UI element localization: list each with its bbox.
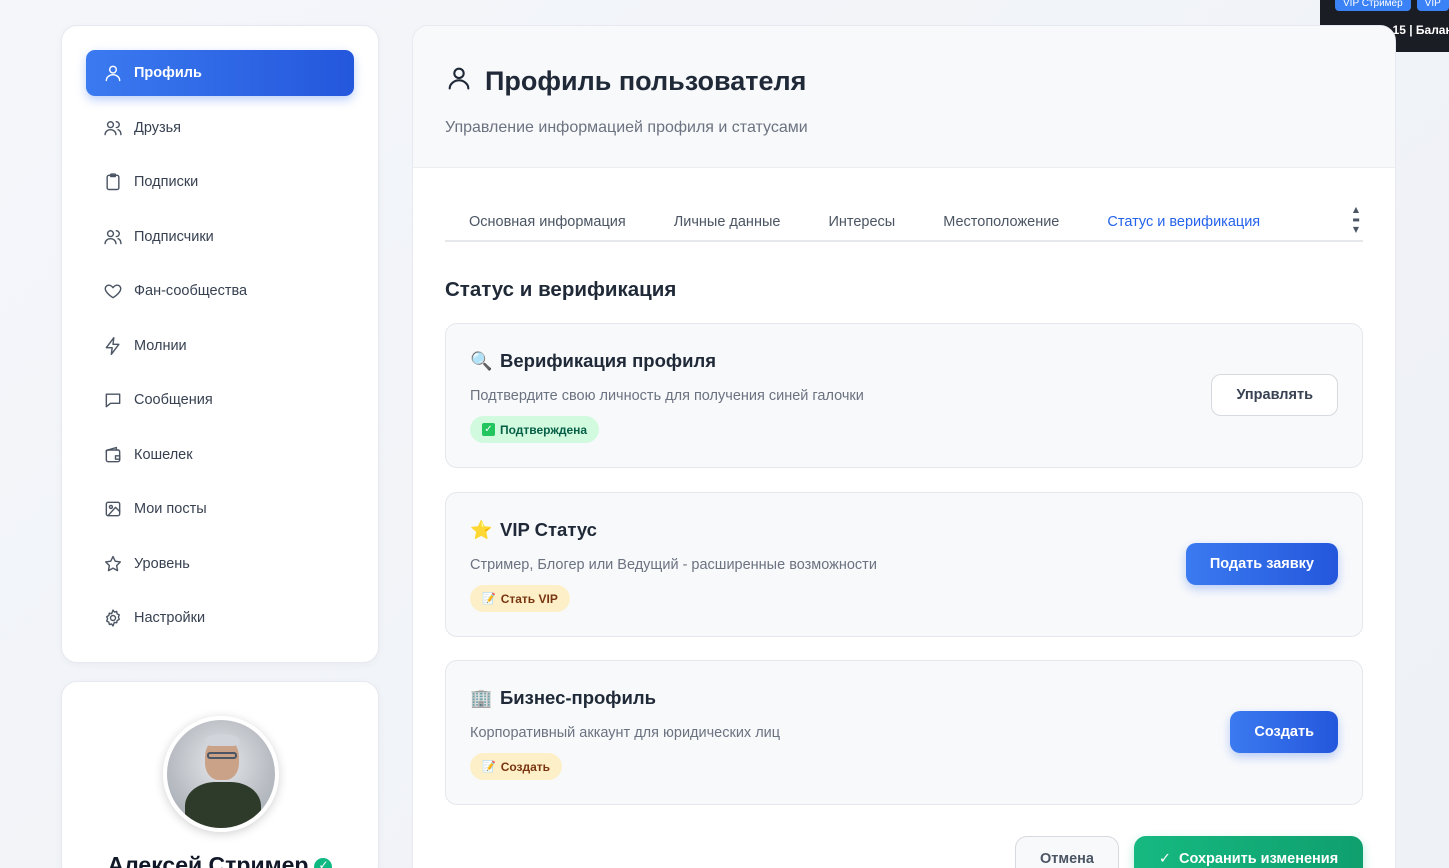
- sidebar-item-label: Подписчики: [134, 228, 214, 245]
- memo-icon: 📝: [482, 592, 496, 605]
- sidebar-item-label: Уровень: [134, 555, 190, 572]
- tab-basic-info[interactable]: Основная информация: [445, 203, 650, 241]
- vip-status-card: ⭐ VIP Статус Стример, Блогер или Ведущий…: [445, 492, 1363, 637]
- check-icon: ✓: [1158, 851, 1171, 867]
- sidebar-item-wallet[interactable]: Кошелек: [86, 432, 354, 478]
- status-badge: 📝 Создать: [470, 753, 563, 780]
- save-button[interactable]: ✓ Сохранить изменения: [1134, 836, 1363, 868]
- sidebar-nav: Профиль Друзья Подписки Подписчики Фан-с…: [61, 25, 379, 663]
- office-building-icon: 🏢: [470, 687, 493, 709]
- scroll-handle-icon[interactable]: ▬: [1352, 216, 1360, 224]
- verified-check-icon: [314, 857, 333, 868]
- message-icon: [102, 389, 124, 411]
- tab-location[interactable]: Местоположение: [919, 203, 1083, 241]
- users-icon: [102, 117, 124, 139]
- profile-tabs: Основная информация Личные данные Интере…: [445, 204, 1363, 242]
- gear-icon: [102, 607, 124, 629]
- sidebar-item-label: Молнии: [134, 337, 187, 354]
- sidebar-item-label: Сообщения: [134, 392, 213, 408]
- tab-status-verification[interactable]: Статус и верификация: [1083, 203, 1284, 241]
- page-header: Профиль пользователя Управление информац…: [413, 26, 1395, 168]
- wallet-icon: [102, 444, 124, 466]
- user-icon: [102, 62, 124, 84]
- apply-button[interactable]: Подать заявку: [1185, 543, 1338, 585]
- sidebar-item-fan-communities[interactable]: Фан-сообщества: [86, 268, 354, 314]
- sidebar-item-lightning[interactable]: Молнии: [86, 323, 354, 369]
- tabs-scroll-control[interactable]: ▲ ▬ ▼: [1349, 206, 1363, 238]
- tab-personal-data[interactable]: Личные данные: [650, 203, 805, 241]
- clipboard-icon: [102, 171, 124, 193]
- sidebar-item-label: Подписки: [134, 174, 199, 190]
- card-description: Корпоративный аккаунт для юридических ли…: [470, 725, 781, 741]
- manage-button[interactable]: Управлять: [1211, 374, 1338, 416]
- create-business-button[interactable]: Создать: [1230, 711, 1338, 753]
- sidebar-item-my-posts[interactable]: Мои посты: [86, 486, 354, 532]
- sidebar-item-settings[interactable]: Настройки: [86, 595, 354, 641]
- vip-badge: VIP: [1416, 0, 1449, 11]
- sidebar-item-subscriptions[interactable]: Подписки: [86, 159, 354, 205]
- chevron-up-icon[interactable]: ▲: [1353, 206, 1359, 214]
- image-icon: [102, 498, 124, 520]
- sidebar-item-label: Профиль: [134, 65, 202, 81]
- sidebar-item-label: Настройки: [134, 610, 206, 626]
- tab-interests[interactable]: Интересы: [804, 203, 919, 241]
- sidebar-item-subscribers[interactable]: Подписчики: [86, 214, 354, 260]
- card-description: Подтвердите свою личность для получения …: [470, 388, 864, 404]
- sidebar-item-profile[interactable]: Профиль: [86, 50, 354, 96]
- status-badge: ✓ Подтверждена: [470, 416, 600, 443]
- heart-icon: [102, 280, 124, 302]
- user-profile-card: Алексей Стример: [61, 681, 379, 868]
- card-title: 🏢 Бизнес-профиль: [470, 687, 656, 709]
- avatar[interactable]: [163, 716, 279, 832]
- user-name: Алексей Стример: [62, 852, 378, 868]
- cancel-button[interactable]: Отмена: [1015, 836, 1119, 868]
- sidebar-item-label: Фан-сообщества: [134, 283, 248, 299]
- vip-streamer-badge: VIP Стример: [1335, 0, 1411, 11]
- status-badge: 📝 Стать VIP: [470, 585, 570, 612]
- magnifier-icon: 🔍: [470, 350, 493, 372]
- page-subtitle: Управление информацией профиля и статуса…: [445, 119, 808, 136]
- sidebar-item-level[interactable]: Уровень: [86, 541, 354, 587]
- chevron-down-icon[interactable]: ▼: [1353, 226, 1359, 234]
- users-icon: [102, 226, 124, 248]
- checkbox-icon: ✓: [482, 423, 495, 436]
- card-title: 🔍 Верификация профиля: [470, 350, 716, 372]
- card-description: Стример, Блогер или Ведущий - расширенны…: [470, 557, 877, 573]
- sidebar-item-friends[interactable]: Друзья: [86, 105, 354, 151]
- card-title: ⭐ VIP Статус: [470, 519, 597, 541]
- user-icon: [445, 64, 485, 99]
- memo-icon: 📝: [482, 760, 496, 773]
- sidebar-item-label: Мои посты: [134, 501, 207, 517]
- sidebar-item-label: Кошелек: [134, 446, 193, 463]
- star-icon: ⭐: [470, 519, 493, 541]
- main-content: Профиль пользователя Управление информац…: [412, 25, 1396, 868]
- section-title: Статус и верификация: [445, 278, 677, 301]
- page-title: Профиль пользователя: [445, 64, 1363, 99]
- sidebar-item-label: Друзья: [134, 119, 182, 136]
- star-icon: [102, 553, 124, 575]
- sidebar-item-messages[interactable]: Сообщения: [86, 377, 354, 423]
- business-profile-card: 🏢 Бизнес-профиль Корпоративный аккаунт д…: [445, 660, 1363, 805]
- lightning-icon: [102, 335, 124, 357]
- verification-card: 🔍 Верификация профиля Подтвердите свою л…: [445, 323, 1363, 468]
